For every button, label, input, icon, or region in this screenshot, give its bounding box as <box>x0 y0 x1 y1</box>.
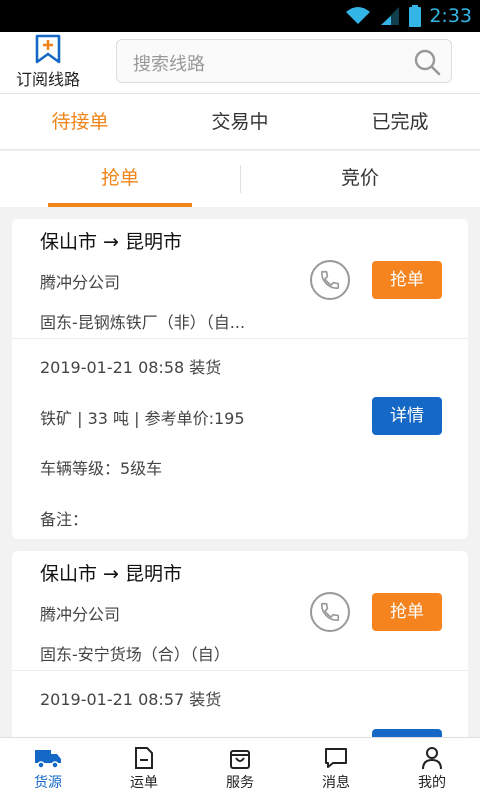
remark: 备注： <box>40 510 89 529</box>
search-placeholder: 搜索线路 <box>133 54 205 75</box>
main-tabs: 待接单 交易中 已完成 <box>0 94 480 150</box>
waybill-icon <box>135 747 153 769</box>
tab-completed[interactable]: 已完成 <box>320 94 480 149</box>
order-company: 腾冲分公司 <box>40 605 121 624</box>
nav-label: 服务 <box>226 775 254 791</box>
header: 订阅线路 搜索线路 <box>0 32 480 94</box>
nav-label: 货源 <box>34 775 62 791</box>
tab-bidding[interactable]: 竞价 <box>240 151 480 207</box>
nav-label: 我的 <box>418 775 446 791</box>
search-icon[interactable] <box>413 48 441 76</box>
order-route: 保山市 → 昆明市 <box>40 231 182 253</box>
load-time: 2019-01-21 08:58 装货 <box>40 358 222 377</box>
card-divider <box>12 338 468 339</box>
phone-icon <box>320 270 340 290</box>
shopping-bag-icon <box>230 750 250 769</box>
order-route: 保山市 → 昆明市 <box>40 563 182 585</box>
load-time: 2019-01-21 08:57 装货 <box>40 690 222 709</box>
nav-item-waybill[interactable]: 运单 <box>96 738 192 800</box>
order-card[interactable]: 保山市 → 昆明市 腾冲分公司 抢单 固东-昆钢炼铁厂（非）（自... 2019… <box>12 219 468 539</box>
wifi-icon <box>346 7 371 24</box>
bottom-nav: 货源 运单 服务 消息 我的 <box>0 737 480 800</box>
subscribe-route-label: 订阅线路 <box>15 70 80 89</box>
grab-order-button[interactable]: 抢单 <box>372 261 442 299</box>
order-card[interactable]: 保山市 → 昆明市 腾冲分公司 抢单 固东-安宁货场（合）（自） 2019-01… <box>12 551 468 737</box>
order-list[interactable]: 保山市 → 昆明市 腾冲分公司 抢单 固东-昆钢炼铁厂（非）（自... 2019… <box>0 207 480 737</box>
subscribe-route-button[interactable]: 订阅线路 <box>8 34 88 92</box>
message-icon <box>325 748 347 768</box>
card-divider <box>12 670 468 671</box>
vehicle-grade: 车辆等级：5级车 <box>40 459 163 478</box>
phone-button[interactable] <box>310 592 350 632</box>
order-line: 固东-昆钢炼铁厂（非）（自... <box>40 313 246 332</box>
detail-button[interactable]: 详情 <box>372 397 442 435</box>
nav-label: 消息 <box>322 775 350 791</box>
order-company: 腾冲分公司 <box>40 273 121 292</box>
status-time: 2:33 <box>429 5 472 27</box>
nav-item-profile[interactable]: 我的 <box>384 738 480 800</box>
grab-order-button[interactable]: 抢单 <box>372 593 442 631</box>
battery-icon <box>409 5 422 27</box>
order-line: 固东-安宁货场（合）（自） <box>40 645 230 664</box>
sub-tabs: 抢单 竞价 <box>0 151 480 207</box>
tab-grab-order[interactable]: 抢单 <box>0 151 240 207</box>
nav-label: 运单 <box>130 775 158 791</box>
tab-pending[interactable]: 待接单 <box>0 94 160 149</box>
tab-in-trade[interactable]: 交易中 <box>160 94 320 149</box>
nav-item-messages[interactable]: 消息 <box>288 738 384 800</box>
nav-item-cargo[interactable]: 货源 <box>0 738 96 800</box>
phone-button[interactable] <box>310 260 350 300</box>
user-icon <box>422 747 442 770</box>
search-input[interactable]: 搜索线路 <box>116 39 452 83</box>
status-icons: 2:33 <box>345 0 472 32</box>
bookmark-plus-icon <box>35 34 61 64</box>
nav-item-service[interactable]: 服务 <box>192 738 288 800</box>
signal-icon <box>381 7 400 25</box>
detail-button[interactable]: 详情 <box>372 729 442 737</box>
truck-icon <box>35 750 61 769</box>
cargo-info: 铁矿 | 33 吨 | 参考单价:195 <box>40 409 245 428</box>
phone-icon <box>320 602 340 622</box>
status-bar: 2:33 <box>0 0 480 32</box>
